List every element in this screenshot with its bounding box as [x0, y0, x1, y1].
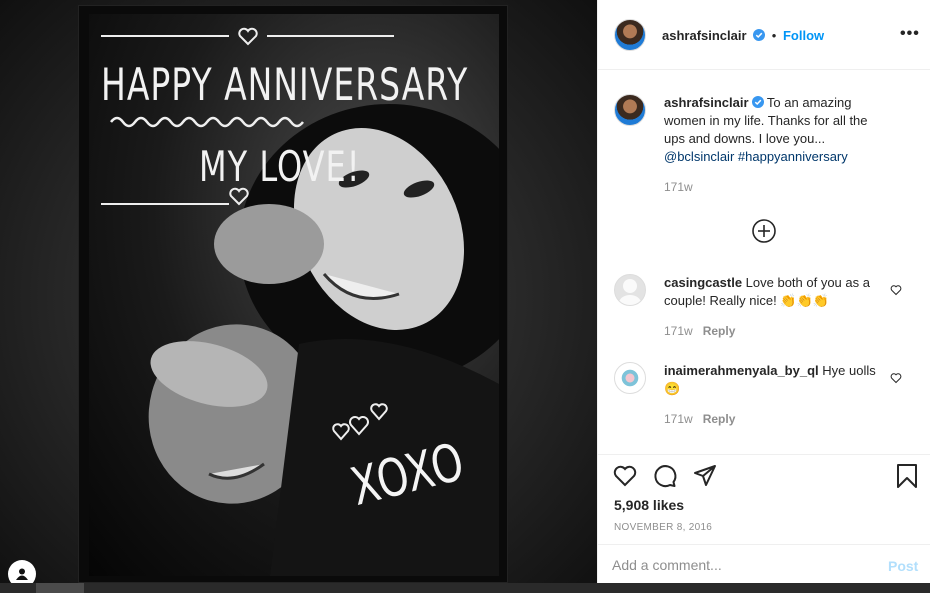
post-comment-button[interactable]: Post	[888, 558, 918, 574]
card-subtitle-text: MY LOVE!	[199, 142, 361, 192]
caption-hashtag-link[interactable]: #happyanniversary	[738, 149, 848, 164]
card-title-text: HAPPY ANNIVERSARY	[101, 58, 469, 111]
verified-badge-icon	[753, 29, 766, 41]
more-options-icon[interactable]: •••	[900, 25, 920, 43]
add-comment-box: Post	[598, 544, 930, 583]
post-side-panel: ashrafsinclair • Follow ••• ashrafsincla…	[597, 0, 930, 583]
bottom-scrollbar[interactable]	[0, 583, 930, 593]
likes-count[interactable]: 5,908 likes	[614, 497, 684, 513]
author-avatar[interactable]	[614, 19, 646, 51]
comment-body: casingcastle Love both of you as a coupl…	[664, 274, 886, 310]
comment-meta: 171w Reply	[664, 324, 735, 338]
paper-plane-icon[interactable]	[692, 463, 718, 489]
comment-username[interactable]: casingcastle	[664, 275, 742, 290]
follow-separator: •	[771, 28, 777, 43]
comments-list: ashrafsinclair To an amazing women in my…	[598, 70, 930, 454]
comment-avatar[interactable]	[614, 362, 646, 394]
post-photo[interactable]: HAPPY ANNIVERSARY MY LOVE! XOXO	[78, 5, 508, 583]
comment-body: inaimerahmenyala_by_ql Hye uolls 😁	[664, 362, 886, 398]
verified-badge-icon	[751, 96, 764, 108]
author-username[interactable]: ashrafsinclair	[662, 28, 747, 43]
post-header: ashrafsinclair • Follow •••	[598, 0, 930, 70]
comment-age[interactable]: 171w	[664, 412, 693, 426]
post-date[interactable]: NOVEMBER 8, 2016	[614, 522, 712, 533]
comment-meta: 171w Reply	[664, 412, 735, 426]
caption-body: ashrafsinclair To an amazing women in my…	[664, 94, 886, 166]
post-actions: 5,908 likes NOVEMBER 8, 2016	[598, 454, 930, 544]
reply-button[interactable]: Reply	[703, 412, 736, 426]
comment-username[interactable]: inaimerahmenyala_by_ql	[664, 363, 819, 378]
comment-like-heart-icon[interactable]	[890, 372, 902, 384]
heart-icon[interactable]	[612, 463, 638, 489]
follow-button[interactable]: Follow	[783, 28, 824, 43]
bookmark-icon[interactable]	[894, 463, 920, 489]
plus-circle-icon[interactable]	[751, 218, 777, 244]
photo-pane: HAPPY ANNIVERSARY MY LOVE! XOXO	[0, 0, 597, 593]
comment-avatar[interactable]	[614, 274, 646, 306]
caption-age[interactable]: 171w	[664, 180, 693, 194]
caption-avatar[interactable]	[614, 94, 646, 126]
author-row: ashrafsinclair • Follow	[662, 28, 824, 43]
comment-like-heart-icon[interactable]	[890, 284, 902, 296]
caption-username[interactable]: ashrafsinclair	[664, 95, 749, 110]
scrollbar-thumb[interactable]	[36, 583, 84, 593]
caption-mention-link[interactable]: @bclsinclair	[664, 149, 734, 164]
photo-image: HAPPY ANNIVERSARY MY LOVE! XOXO	[89, 14, 499, 576]
comment-input[interactable]	[612, 553, 862, 577]
comment-age[interactable]: 171w	[664, 324, 693, 338]
reply-button[interactable]: Reply	[703, 324, 736, 338]
comment-bubble-icon[interactable]	[652, 463, 678, 489]
